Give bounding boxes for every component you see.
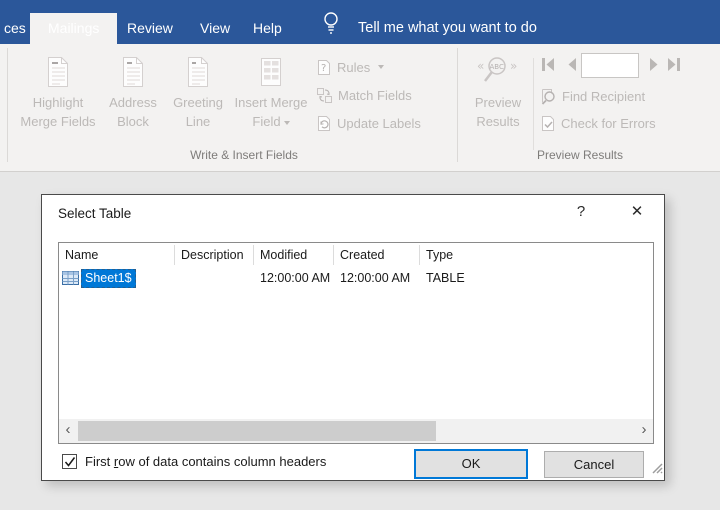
button-label: Find Recipient — [562, 89, 646, 104]
last-record-button[interactable] — [666, 57, 682, 77]
first-record-icon — [542, 58, 554, 71]
column-header-type[interactable]: Type — [420, 245, 653, 265]
inner-separator — [533, 58, 534, 150]
button-label: Rules — [337, 59, 371, 75]
button-label: Preview — [474, 95, 522, 110]
tab-help[interactable]: Help — [253, 13, 282, 44]
next-record-icon — [650, 58, 658, 71]
group-separator — [7, 48, 8, 162]
lightbulb-icon — [320, 10, 342, 39]
table-grid-icon — [231, 56, 311, 91]
worksheet-icon — [62, 271, 79, 285]
svg-text:ABC: ABC — [490, 63, 504, 71]
previous-record-button[interactable] — [566, 57, 578, 77]
address-block-button[interactable]: Address Block — [101, 52, 165, 162]
dialog-close-button[interactable]: ✕ — [624, 202, 650, 220]
button-label: Results — [476, 114, 520, 129]
document-icon — [165, 56, 231, 91]
dropdown-arrow-icon — [378, 65, 385, 69]
tell-me-box[interactable]: Tell me what you want to do — [358, 13, 537, 44]
dropdown-arrow-icon — [283, 120, 290, 125]
group-separator — [457, 48, 458, 162]
tab-mailings[interactable]: Mailings — [30, 13, 118, 44]
document-icon — [14, 56, 102, 91]
previous-record-icon — [568, 58, 576, 71]
update-labels-button[interactable]: Update Labels — [316, 113, 421, 133]
resize-grip[interactable] — [650, 461, 663, 479]
table-header-row: Name Description Modified Created Type — [59, 243, 653, 267]
check-for-errors-icon — [542, 116, 554, 131]
match-fields-icon — [317, 87, 332, 103]
cell-created: 12:00:00 AM — [340, 271, 411, 285]
highlight-merge-fields-button[interactable]: Highlight Merge Fields — [14, 52, 102, 162]
button-label: Field — [252, 114, 281, 129]
column-header-modified[interactable]: Modified — [254, 245, 334, 265]
first-row-headers-checkbox[interactable] — [62, 454, 77, 469]
button-label: Greeting — [173, 95, 223, 110]
rules-button[interactable]: ? Rules — [316, 57, 385, 77]
preview-results-icon: « ABC » — [468, 56, 528, 91]
svg-text:?: ? — [321, 63, 326, 74]
column-header-name[interactable]: Name — [59, 245, 175, 265]
select-table-dialog: Select Table ? ✕ Name Description Modifi… — [41, 194, 665, 481]
ok-button[interactable]: OK — [414, 449, 528, 479]
find-recipient-button[interactable]: Find Recipient — [540, 88, 645, 105]
column-header-created[interactable]: Created — [334, 245, 420, 265]
greeting-line-button[interactable]: Greeting Line — [165, 52, 231, 162]
button-label: Highlight — [32, 95, 84, 110]
scroll-left-arrow[interactable]: ‹ — [59, 419, 77, 443]
record-number-input[interactable] — [581, 53, 639, 78]
ribbon: Highlight Merge Fields Address Block Gre… — [0, 44, 720, 172]
button-label: Match Fields — [338, 87, 412, 103]
svg-text:«: « — [477, 59, 484, 73]
match-fields-button[interactable]: Match Fields — [316, 85, 412, 105]
first-record-button[interactable] — [540, 57, 556, 77]
scrollbar-thumb[interactable] — [78, 421, 436, 441]
ribbon-tab-bar: ces Mailings Review View Help Tell me wh… — [0, 0, 720, 44]
button-label: Address — [109, 95, 157, 110]
tab-references-partial[interactable]: ces — [0, 13, 30, 44]
horizontal-scrollbar[interactable]: ‹ › — [59, 419, 653, 443]
button-label: Block — [117, 114, 149, 129]
selected-table-name[interactable]: Sheet1$ — [81, 268, 136, 288]
group-label-preview-results: Preview Results — [536, 148, 624, 162]
scroll-right-arrow[interactable]: › — [635, 419, 653, 443]
table-list: Name Description Modified Created Type S… — [58, 242, 654, 444]
button-label: Insert Merge — [234, 95, 308, 110]
insert-merge-field-button[interactable]: Insert Merge Field — [231, 52, 311, 162]
cell-type: TABLE — [426, 271, 465, 285]
last-record-icon — [668, 58, 680, 71]
next-record-button[interactable] — [648, 57, 660, 77]
dialog-help-button[interactable]: ? — [570, 203, 592, 220]
button-label: Merge Fields — [20, 114, 96, 129]
column-header-description[interactable]: Description — [175, 245, 254, 265]
find-recipient-icon — [541, 89, 555, 105]
button-label: Check for Errors — [561, 116, 656, 131]
check-for-errors-button[interactable]: Check for Errors — [540, 115, 656, 132]
checkbox-label[interactable]: First row of data contains column header… — [85, 454, 326, 469]
svg-text:»: » — [510, 59, 517, 73]
checkmark-icon — [64, 456, 75, 467]
cell-modified: 12:00:00 AM — [260, 271, 331, 285]
cancel-button[interactable]: Cancel — [544, 451, 644, 478]
preview-results-button[interactable]: « ABC » Preview Results — [468, 52, 528, 162]
update-labels-icon — [318, 115, 330, 131]
table-row[interactable]: Sheet1$ 12:00:00 AM 12:00:00 AM TABLE — [59, 267, 653, 289]
button-label: Line — [185, 114, 211, 129]
group-label-write-insert-fields: Write & Insert Fields — [190, 148, 298, 162]
tab-review[interactable]: Review — [127, 13, 173, 44]
rules-icon: ? — [318, 59, 330, 75]
tab-view[interactable]: View — [200, 13, 230, 44]
button-label: Update Labels — [337, 115, 421, 131]
document-icon — [101, 56, 165, 91]
dialog-title: Select Table — [58, 206, 132, 221]
